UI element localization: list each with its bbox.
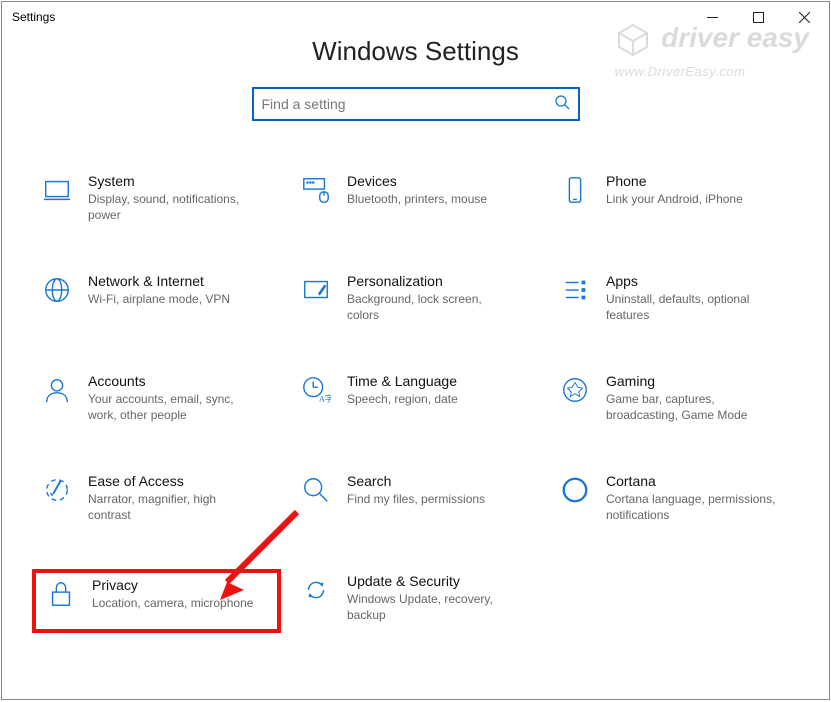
- tile-ease-of-access[interactable]: Ease of Access Narrator, magnifier, high …: [32, 469, 281, 533]
- tile-update-security[interactable]: Update & Security Windows Update, recover…: [291, 569, 540, 633]
- page-title: Windows Settings: [2, 36, 829, 67]
- title-bar: Settings: [2, 2, 829, 32]
- tile-desc: Your accounts, email, sync, work, other …: [88, 391, 258, 423]
- tile-network[interactable]: Network & Internet Wi-Fi, airplane mode, …: [32, 269, 281, 333]
- svg-text:A字: A字: [319, 393, 331, 403]
- search-icon: [554, 94, 570, 115]
- tile-title: Privacy: [92, 577, 253, 593]
- tile-title: Phone: [606, 173, 743, 189]
- cortana-icon: [556, 473, 594, 505]
- search-tile-icon: [297, 473, 335, 505]
- apps-icon: [556, 273, 594, 305]
- tile-desc: Wi-Fi, airplane mode, VPN: [88, 291, 230, 307]
- tile-search[interactable]: Search Find my files, permissions: [291, 469, 540, 533]
- tile-apps[interactable]: Apps Uninstall, defaults, optional featur…: [550, 269, 799, 333]
- tile-desc: Link your Android, iPhone: [606, 191, 743, 207]
- tile-title: System: [88, 173, 258, 189]
- tile-devices[interactable]: Devices Bluetooth, printers, mouse: [291, 169, 540, 233]
- tile-desc: Find my files, permissions: [347, 491, 485, 507]
- minimize-button[interactable]: [689, 2, 735, 32]
- tile-title: Time & Language: [347, 373, 458, 389]
- tile-privacy[interactable]: Privacy Location, camera, microphone: [32, 569, 281, 633]
- tile-desc: Bluetooth, printers, mouse: [347, 191, 487, 207]
- tile-personalization[interactable]: Personalization Background, lock screen, …: [291, 269, 540, 333]
- tile-desc: Background, lock screen, colors: [347, 291, 517, 323]
- tile-title: Personalization: [347, 273, 517, 289]
- tile-accounts[interactable]: Accounts Your accounts, email, sync, work…: [32, 369, 281, 433]
- phone-icon: [556, 173, 594, 205]
- update-icon: [297, 573, 335, 605]
- time-language-icon: A字: [297, 373, 335, 405]
- ease-of-access-icon: [38, 473, 76, 505]
- tile-title: Accounts: [88, 373, 258, 389]
- tile-title: Ease of Access: [88, 473, 258, 489]
- system-icon: [38, 173, 76, 205]
- settings-grid: System Display, sound, notifications, pow…: [32, 169, 799, 633]
- tile-title: Network & Internet: [88, 273, 230, 289]
- tile-time-language[interactable]: A字 Time & Language Speech, region, date: [291, 369, 540, 433]
- search-box[interactable]: [252, 87, 580, 121]
- tile-desc: Uninstall, defaults, optional features: [606, 291, 776, 323]
- tile-title: Update & Security: [347, 573, 517, 589]
- tile-desc: Cortana language, permissions, notificat…: [606, 491, 776, 523]
- tile-title: Gaming: [606, 373, 776, 389]
- tile-title: Devices: [347, 173, 487, 189]
- tile-desc: Speech, region, date: [347, 391, 458, 407]
- gaming-icon: [556, 373, 594, 405]
- tile-phone[interactable]: Phone Link your Android, iPhone: [550, 169, 799, 233]
- accounts-icon: [38, 373, 76, 405]
- network-icon: [38, 273, 76, 305]
- window-title: Settings: [12, 10, 689, 24]
- tile-desc: Location, camera, microphone: [92, 595, 253, 611]
- tile-cortana[interactable]: Cortana Cortana language, permissions, no…: [550, 469, 799, 533]
- close-button[interactable]: [781, 2, 827, 32]
- tile-title: Cortana: [606, 473, 776, 489]
- tile-title: Apps: [606, 273, 776, 289]
- tile-desc: Windows Update, recovery, backup: [347, 591, 517, 623]
- tile-desc: Game bar, captures, broadcasting, Game M…: [606, 391, 776, 423]
- search-input[interactable]: [262, 96, 554, 112]
- tile-gaming[interactable]: Gaming Game bar, captures, broadcasting, …: [550, 369, 799, 433]
- tile-system[interactable]: System Display, sound, notifications, pow…: [32, 169, 281, 233]
- tile-title: Search: [347, 473, 485, 489]
- personalization-icon: [297, 273, 335, 305]
- privacy-icon: [42, 577, 80, 609]
- maximize-button[interactable]: [735, 2, 781, 32]
- tile-desc: Narrator, magnifier, high contrast: [88, 491, 258, 523]
- tile-desc: Display, sound, notifications, power: [88, 191, 258, 223]
- devices-icon: [297, 173, 335, 205]
